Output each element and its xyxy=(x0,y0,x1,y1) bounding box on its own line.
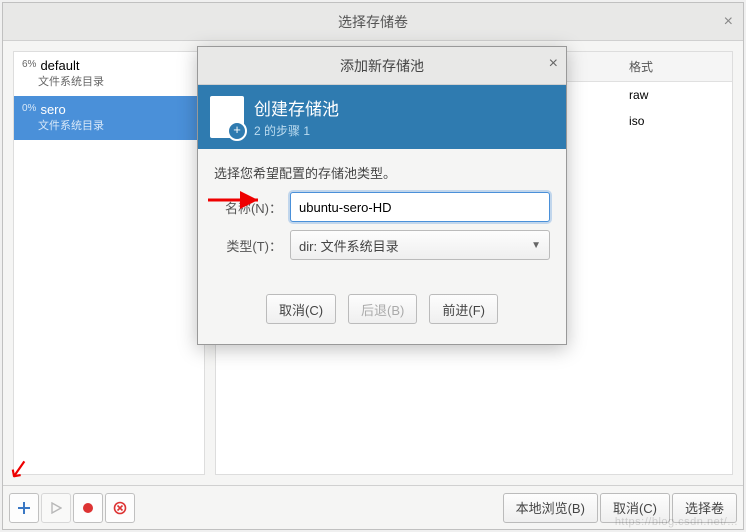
col-format[interactable]: 格式 xyxy=(621,52,732,82)
pool-sub: 文件系统目录 xyxy=(38,117,196,133)
delete-icon xyxy=(113,501,127,515)
browse-local-button[interactable]: 本地浏览(B) xyxy=(503,493,598,523)
pool-item-default[interactable]: 6% default 文件系统目录 xyxy=(14,52,204,96)
main-titlebar: 选择存储卷 × xyxy=(3,3,743,41)
play-icon xyxy=(50,502,62,514)
banner-step: 2 的步骤 1 xyxy=(254,122,339,139)
pool-sub: 文件系统目录 xyxy=(38,73,196,89)
main-title: 选择存储卷 xyxy=(338,12,408,32)
close-icon[interactable]: × xyxy=(549,55,558,73)
chevron-down-icon: ▼ xyxy=(531,240,541,251)
pool-item-sero[interactable]: 0% sero 文件系统目录 xyxy=(14,96,204,140)
name-label: 名称(N)： xyxy=(214,198,282,217)
new-pool-icon xyxy=(210,96,244,138)
pool-name: sero xyxy=(40,102,65,117)
record-icon xyxy=(81,501,95,515)
dialog-back-button[interactable]: 后退(B) xyxy=(348,294,417,324)
pool-list: 6% default 文件系统目录 0% sero 文件系统目录 xyxy=(14,52,204,474)
dialog-cancel-button[interactable]: 取消(C) xyxy=(266,294,336,324)
add-pool-button[interactable] xyxy=(9,493,39,523)
type-combo[interactable]: dir: 文件系统目录 ▼ xyxy=(290,230,550,260)
dialog-titlebar: 添加新存储池 × xyxy=(198,47,566,85)
cell-format: iso xyxy=(621,108,732,134)
banner-title: 创建存储池 xyxy=(254,95,339,120)
pool-sidebar: 6% default 文件系统目录 0% sero 文件系统目录 xyxy=(13,51,205,475)
add-pool-dialog: 添加新存储池 × 创建存储池 2 的步骤 1 选择您希望配置的存储池类型。 名称… xyxy=(197,46,567,345)
name-input[interactable] xyxy=(290,192,550,222)
type-label: 类型(T)： xyxy=(214,236,282,255)
dialog-content: 选择您希望配置的存储池类型。 名称(N)： 类型(T)： dir: 文件系统目录… xyxy=(198,149,566,276)
stop-button[interactable] xyxy=(73,493,103,523)
play-button[interactable] xyxy=(41,493,71,523)
dialog-prompt: 选择您希望配置的存储池类型。 xyxy=(214,163,550,182)
delete-button[interactable] xyxy=(105,493,135,523)
plus-icon xyxy=(17,501,31,515)
pool-name: default xyxy=(40,58,79,73)
cell-format: raw xyxy=(621,82,732,109)
type-value: dir: 文件系统目录 xyxy=(299,236,399,255)
dialog-banner: 创建存储池 2 的步骤 1 xyxy=(198,85,566,149)
dialog-forward-button[interactable]: 前进(F) xyxy=(429,294,498,324)
close-icon[interactable]: × xyxy=(724,13,733,31)
pool-percent: 6% xyxy=(22,59,36,70)
pool-percent: 0% xyxy=(22,103,36,114)
dialog-title: 添加新存储池 xyxy=(340,56,424,76)
watermark: https://blog.csdn.net/... xyxy=(615,516,738,528)
dialog-actions: 取消(C) 后退(B) 前进(F) xyxy=(198,276,566,344)
